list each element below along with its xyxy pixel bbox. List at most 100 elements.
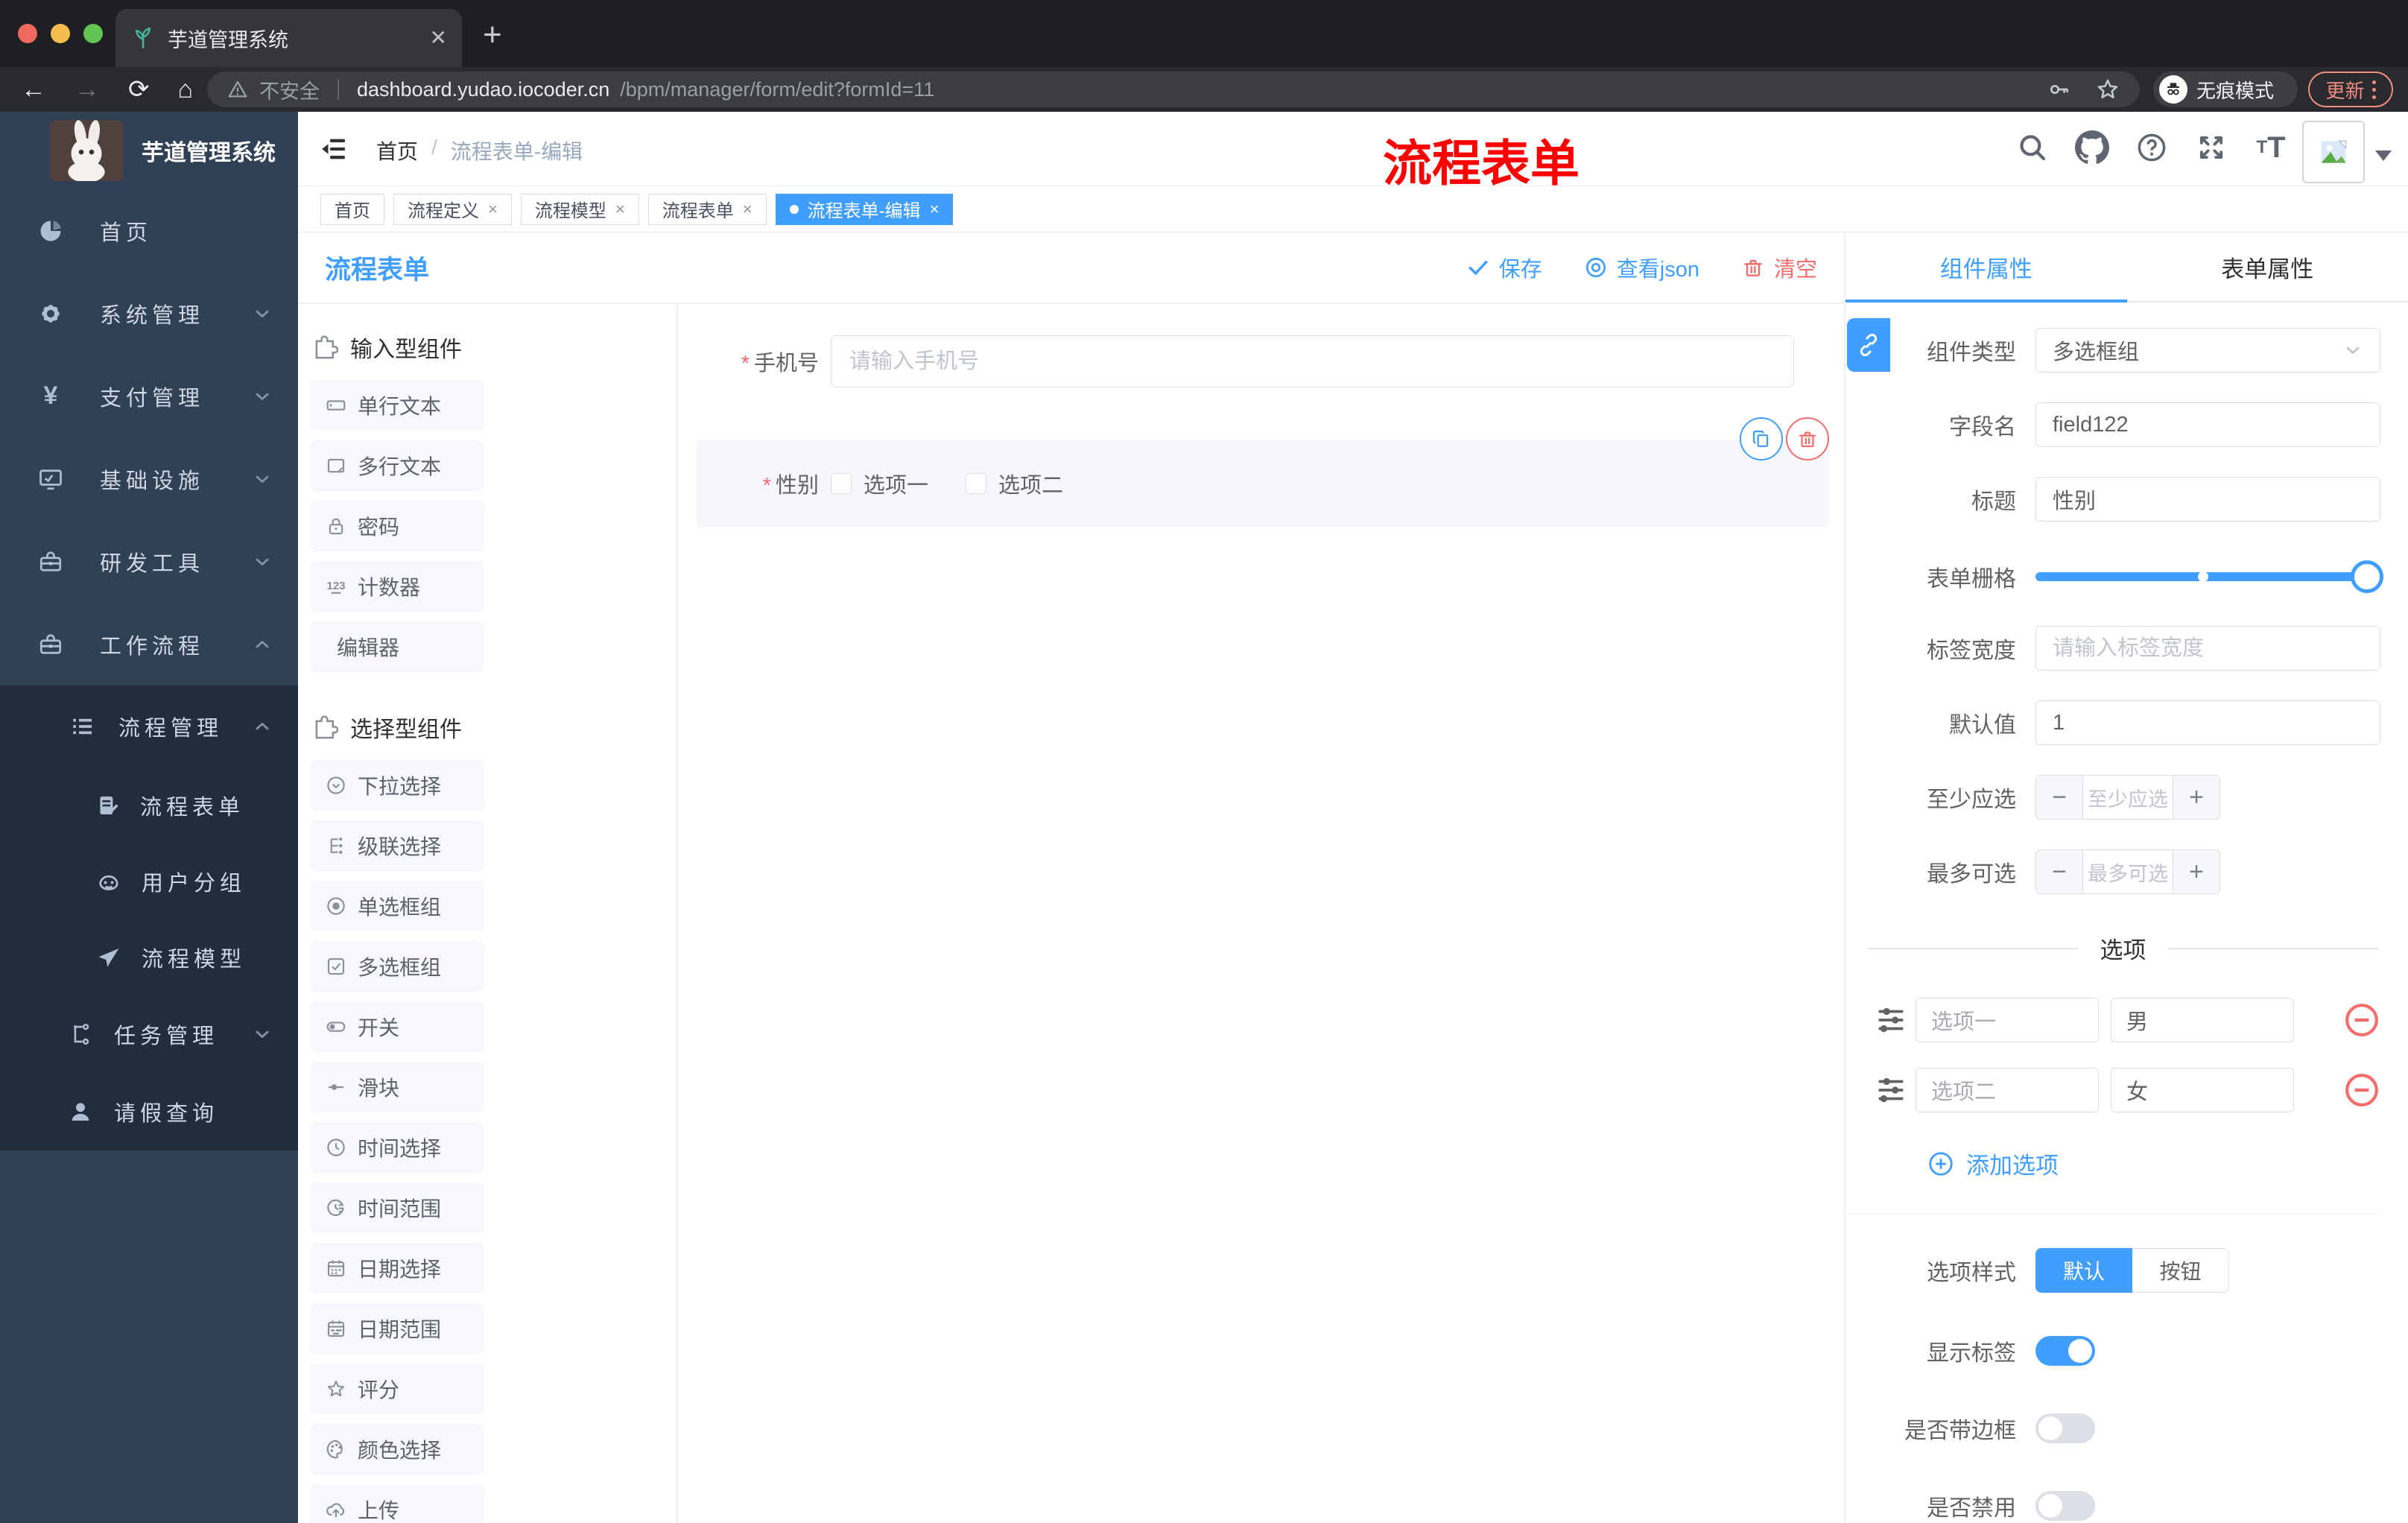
component-time-range[interactable]: 时间范围 <box>310 1182 484 1233</box>
breadcrumb-home[interactable]: 首页 <box>376 136 418 165</box>
component-switch[interactable]: 开关 <box>310 1001 484 1052</box>
sidebar-item-home[interactable]: 首页 <box>0 189 298 272</box>
component-counter[interactable]: 计数器 <box>310 561 484 612</box>
browser-menu-icon[interactable] <box>2371 80 2376 99</box>
stepper-decrease-button[interactable]: − <box>2036 850 2082 893</box>
sidebar-item-process-form[interactable]: 流程表单 <box>0 767 298 843</box>
sidebar-item-leave-query[interactable]: 请假查询 <box>0 1073 298 1150</box>
disabled-toggle[interactable] <box>2035 1491 2095 1521</box>
sidebar-item-process-mgmt[interactable]: 流程管理 <box>0 685 298 767</box>
remove-option-button[interactable] <box>2343 1001 2380 1039</box>
browser-tab[interactable]: 芋道管理系统 ✕ <box>115 9 462 67</box>
component-slider[interactable]: 滑块 <box>310 1062 484 1112</box>
min-select-value[interactable]: 至少应选 <box>2082 776 2173 819</box>
drag-handle-icon[interactable] <box>1866 1073 1916 1107</box>
option-1-label-input[interactable] <box>1916 998 2099 1042</box>
fullscreen-icon[interactable] <box>2196 132 2227 163</box>
help-icon[interactable] <box>2136 132 2167 163</box>
search-icon[interactable] <box>2017 132 2048 163</box>
canvas-field-phone[interactable]: 手机号 <box>697 335 1794 387</box>
component-multi-text[interactable]: 多行文本 <box>310 440 484 491</box>
field-name-input[interactable] <box>2035 402 2380 447</box>
add-option-button[interactable]: 添加选项 <box>1927 1147 2408 1180</box>
component-radio-group[interactable]: 单选框组 <box>310 881 484 931</box>
option-1-value-input[interactable] <box>2111 998 2294 1042</box>
reload-button[interactable]: ⟳ <box>128 75 150 104</box>
bookmark-star-icon[interactable] <box>2095 77 2120 102</box>
sidebar-item-task-mgmt[interactable]: 任务管理 <box>0 995 298 1073</box>
component-editor[interactable]: 编辑器 <box>310 621 484 672</box>
window-close-button[interactable] <box>18 24 37 43</box>
component-date-range[interactable]: 日期范围 <box>310 1303 484 1354</box>
tag-close-icon[interactable]: × <box>488 200 498 219</box>
gender-checkbox-1[interactable] <box>831 473 852 494</box>
component-cascader[interactable]: 级联选择 <box>310 820 484 871</box>
tag-process-form[interactable]: 流程表单 × <box>647 193 767 225</box>
component-checkbox-group[interactable]: 多选框组 <box>310 941 484 992</box>
remove-option-button[interactable] <box>2343 1071 2380 1109</box>
home-button[interactable]: ⌂ <box>178 75 194 104</box>
sidebar-item-user-group[interactable]: 用户分组 <box>0 843 298 919</box>
tab-component-props[interactable]: 组件属性 <box>1845 232 2127 301</box>
tab-form-props[interactable]: 表单属性 <box>2127 232 2408 301</box>
window-minimize-button[interactable] <box>51 24 70 43</box>
max-select-value[interactable]: 最多可选 <box>2082 850 2173 893</box>
stepper-increase-button[interactable]: + <box>2173 776 2220 819</box>
font-size-icon[interactable]: TT <box>2253 130 2289 165</box>
view-json-button[interactable]: 查看json <box>1584 252 1699 283</box>
component-date-picker[interactable]: 日期选择 <box>310 1243 484 1294</box>
component-upload[interactable]: 上传 <box>310 1484 484 1523</box>
sidebar-item-payment[interactable]: ¥ 支付管理 <box>0 355 298 437</box>
security-label[interactable]: 不安全 <box>259 75 320 104</box>
component-color-picker[interactable]: 颜色选择 <box>310 1424 484 1475</box>
option-2-label-input[interactable] <box>1916 1068 2099 1112</box>
sidebar-item-system[interactable]: 系统管理 <box>0 272 298 355</box>
phone-input[interactable] <box>831 335 1794 387</box>
url-bar[interactable]: 不安全 dashboard.yudao.iocoder.cn /bpm/mana… <box>207 72 2140 107</box>
option-2-value-input[interactable] <box>2111 1068 2294 1112</box>
sidebar-item-devtools[interactable]: 研发工具 <box>0 520 298 603</box>
gender-checkbox-2[interactable] <box>966 473 987 494</box>
default-value-input[interactable] <box>2035 700 2380 745</box>
delete-component-button[interactable] <box>1786 417 1829 460</box>
back-button[interactable]: ← <box>21 75 46 104</box>
form-grid-slider[interactable] <box>2035 554 2383 599</box>
avatar-caret-icon[interactable] <box>2375 151 2392 161</box>
gender-option-2-label[interactable]: 选项二 <box>998 468 1063 499</box>
title-input[interactable] <box>2035 477 2380 522</box>
tag-process-model[interactable]: 流程模型 × <box>520 193 639 225</box>
duplicate-component-button[interactable] <box>1740 417 1783 460</box>
component-time-picker[interactable]: 时间选择 <box>310 1122 484 1173</box>
tag-close-icon[interactable]: × <box>930 200 940 219</box>
style-button-button[interactable]: 按钮 <box>2132 1248 2229 1293</box>
component-rate[interactable]: 评分 <box>310 1364 484 1414</box>
tag-process-definition[interactable]: 流程定义 × <box>393 193 512 225</box>
new-tab-button[interactable]: + <box>483 16 502 54</box>
forward-button[interactable]: → <box>75 75 100 104</box>
tag-close-icon[interactable]: × <box>743 200 752 219</box>
avatar[interactable] <box>2302 121 2365 183</box>
window-maximize-button[interactable] <box>83 24 103 43</box>
component-type-select[interactable]: 多选框组 <box>2035 328 2380 373</box>
show-label-toggle[interactable] <box>2035 1336 2095 1366</box>
component-dropdown[interactable]: 下拉选择 <box>310 760 484 811</box>
tag-close-icon[interactable]: × <box>615 200 625 219</box>
clear-button[interactable]: 清空 <box>1741 252 1817 283</box>
drag-handle-icon[interactable] <box>1866 1003 1916 1037</box>
stepper-decrease-button[interactable]: − <box>2036 776 2082 819</box>
browser-update-button[interactable]: 更新 <box>2308 72 2393 107</box>
component-password[interactable]: 密码 <box>310 501 484 551</box>
style-default-button[interactable]: 默认 <box>2035 1248 2132 1293</box>
key-icon[interactable] <box>2047 77 2071 101</box>
sidebar-fold-icon[interactable] <box>319 134 349 164</box>
save-button[interactable]: 保存 <box>1466 252 1542 283</box>
sidebar-item-workflow[interactable]: 工作流程 <box>0 603 298 685</box>
gender-option-1-label[interactable]: 选项一 <box>864 468 928 499</box>
sidebar-item-process-model[interactable]: 流程模型 <box>0 919 298 995</box>
link-drawer-handle[interactable] <box>1847 318 1890 372</box>
github-icon[interactable] <box>2075 130 2109 165</box>
tag-home[interactable]: 首页 <box>320 193 384 225</box>
label-width-input[interactable] <box>2035 626 2380 671</box>
component-single-text[interactable]: 单行文本 <box>310 380 484 431</box>
sidebar-item-infra[interactable]: 基础设施 <box>0 437 298 520</box>
